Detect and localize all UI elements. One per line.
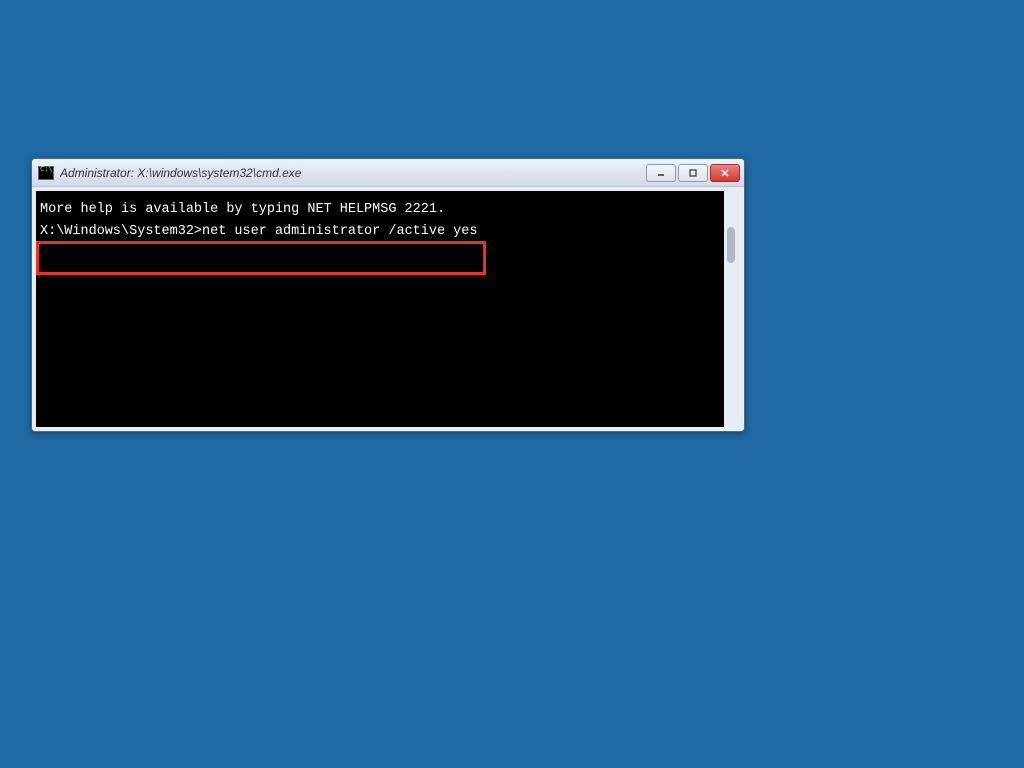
terminal-prompt-line: X:\Windows\System32>net user administrat… bbox=[40, 221, 720, 243]
window-controls bbox=[646, 164, 740, 182]
highlight-annotation bbox=[36, 241, 486, 275]
minimize-button[interactable] bbox=[646, 164, 676, 182]
prompt-text: X:\Windows\System32> bbox=[40, 224, 202, 239]
cmd-icon bbox=[38, 166, 54, 180]
command-text: net user administrator /active yes bbox=[202, 224, 477, 239]
vertical-scrollbar[interactable] bbox=[724, 191, 740, 427]
terminal-output-line: More help is available by typing NET HEL… bbox=[40, 199, 720, 221]
maximize-button[interactable] bbox=[678, 164, 708, 182]
close-button[interactable] bbox=[710, 164, 740, 182]
terminal[interactable]: More help is available by typing NET HEL… bbox=[36, 191, 724, 427]
cmd-window: Administrator: X:\windows\system32\cmd.e… bbox=[31, 158, 745, 432]
scrollbar-thumb[interactable] bbox=[727, 227, 735, 263]
terminal-container: More help is available by typing NET HEL… bbox=[32, 187, 744, 431]
titlebar[interactable]: Administrator: X:\windows\system32\cmd.e… bbox=[32, 159, 744, 187]
window-title: Administrator: X:\windows\system32\cmd.e… bbox=[60, 166, 646, 180]
